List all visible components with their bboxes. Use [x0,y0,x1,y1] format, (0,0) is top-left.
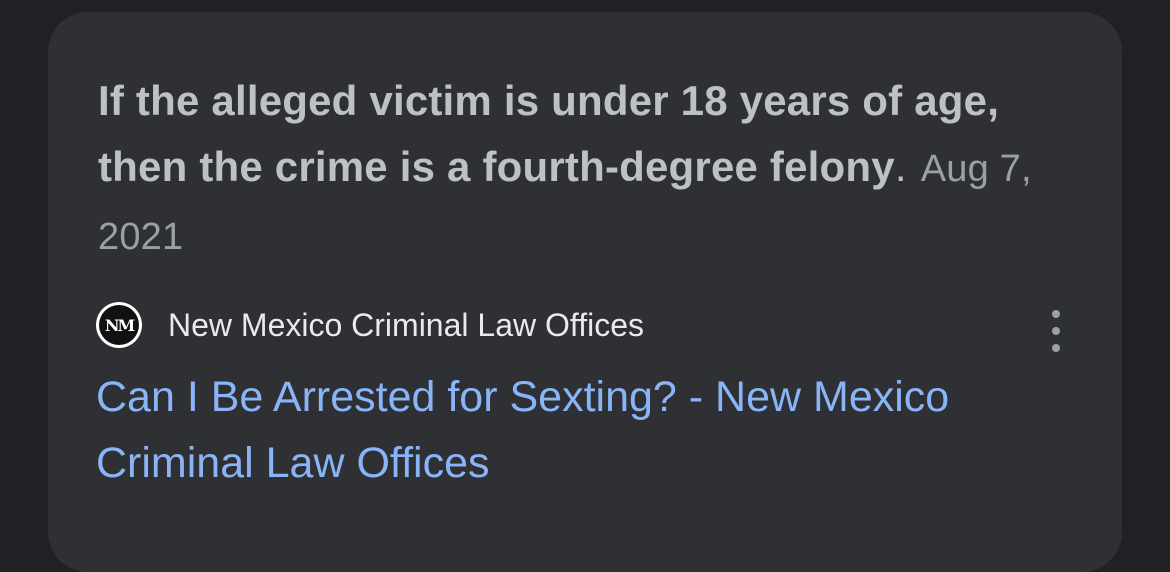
dot-3 [1052,344,1060,352]
source-name[interactable]: New Mexico Criminal Law Offices [168,307,644,344]
favicon-monogram: NM [99,305,139,345]
snippet-highlight: If the alleged victim is under 18 years … [98,77,1000,190]
snippet-text: If the alleged victim is under 18 years … [98,68,1058,270]
snippet-punctuation: . [894,143,907,190]
featured-snippet-card: If the alleged victim is under 18 years … [48,12,1122,572]
source-row[interactable]: NM New Mexico Criminal Law Offices [96,301,644,349]
result-title-link[interactable]: Can I Be Arrested for Sexting? - New Mex… [96,364,1086,496]
site-favicon-icon: NM [96,302,142,348]
dot-2 [1052,327,1060,335]
more-options-icon[interactable] [1044,310,1068,352]
dot-1 [1052,310,1060,318]
